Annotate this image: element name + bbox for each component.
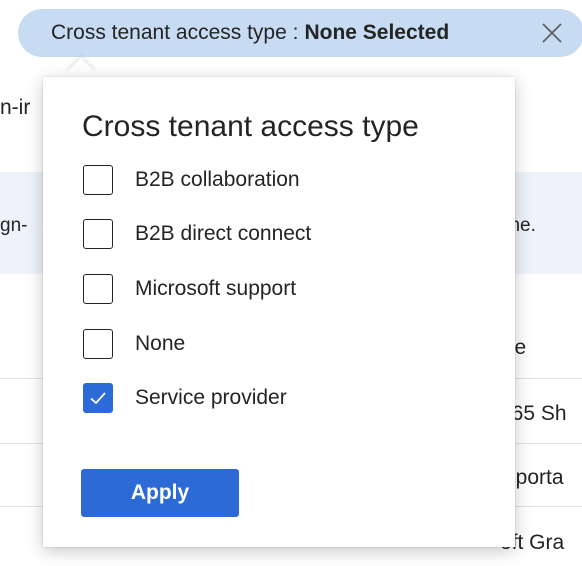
checkbox[interactable] — [83, 329, 113, 359]
background-text: n-ir — [0, 96, 31, 119]
filter-pill-value: None Selected — [304, 21, 450, 44]
option-label: B2B collaboration — [135, 168, 300, 191]
option-label: None — [135, 332, 186, 355]
checkbox[interactable] — [83, 274, 113, 304]
apply-button[interactable]: Apply — [81, 469, 239, 517]
option-b2b-direct-connect[interactable]: B2B direct connect — [83, 219, 311, 249]
filter-pill-cross-tenant-access-type[interactable]: Cross tenant access type : None Selected — [18, 9, 582, 57]
popup-title: Cross tenant access type — [82, 110, 419, 143]
checkbox[interactable] — [83, 165, 113, 195]
filter-pill-label: Cross tenant access type : — [51, 21, 299, 44]
option-b2b-collaboration[interactable]: B2B collaboration — [83, 165, 300, 195]
checkbox[interactable] — [83, 219, 113, 249]
option-label: B2B direct connect — [135, 222, 312, 245]
option-label: Service provider — [135, 386, 287, 409]
checkbox-checked[interactable] — [83, 383, 113, 413]
background-text: gn- — [0, 215, 28, 236]
option-microsoft-support[interactable]: Microsoft support — [83, 274, 296, 304]
option-label: Microsoft support — [135, 277, 297, 300]
option-none[interactable]: None — [83, 329, 185, 359]
close-icon[interactable] — [540, 21, 564, 45]
option-service-provider[interactable]: Service provider — [83, 383, 287, 413]
filter-popup: Cross tenant access type B2B collaborati… — [43, 77, 515, 547]
checkmark-icon — [90, 392, 106, 405]
